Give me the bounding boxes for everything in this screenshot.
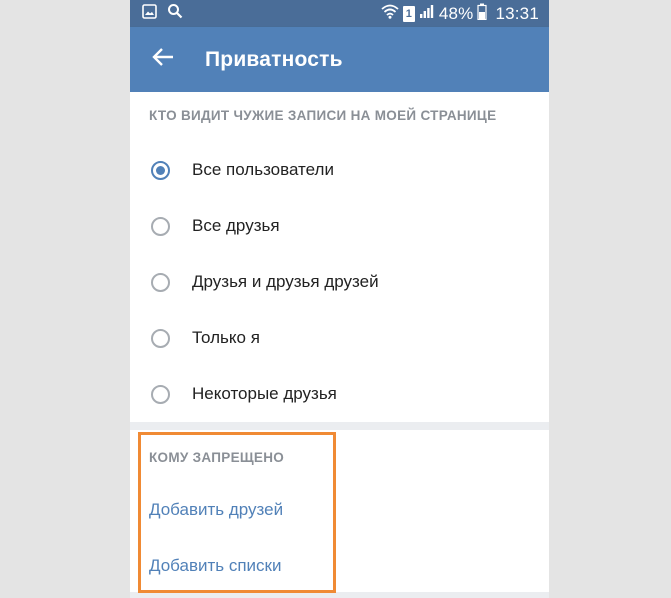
phone-screen: 1 48% 13:31 Приватность КТО ВИДИТ ЧУЖИЕ … [130, 0, 549, 598]
clock: 13:31 [495, 3, 539, 23]
radio-button[interactable] [151, 216, 170, 236]
status-bar: 1 48% 13:31 [130, 0, 549, 27]
section-divider [130, 422, 549, 430]
radio-button[interactable] [151, 272, 170, 292]
option-friends-of-friends[interactable]: Друзья и друзья друзей [130, 254, 549, 310]
radio-button[interactable] [151, 328, 170, 348]
arrow-left-icon [152, 47, 174, 72]
forbidden-section: КОМУ ЗАПРЕЩЕНО Добавить друзей Добавить … [130, 430, 549, 598]
search-icon [167, 3, 183, 24]
option-label: Только я [192, 328, 260, 347]
option-label: Друзья и друзья друзей [192, 272, 379, 291]
back-button[interactable] [130, 27, 196, 92]
option-only-me[interactable]: Только я [130, 310, 549, 366]
radio-button[interactable] [151, 384, 170, 404]
option-label: Все друзья [192, 216, 280, 235]
option-all-friends[interactable]: Все друзья [130, 198, 549, 254]
signal-icon [419, 4, 435, 24]
option-label: Все пользователи [192, 160, 334, 179]
option-all-users[interactable]: Все пользователи [130, 142, 549, 198]
app-toolbar: Приватность [130, 27, 549, 92]
battery-icon [477, 3, 488, 25]
add-friends-link[interactable]: Добавить друзей [149, 500, 283, 520]
option-label: Некоторые друзья [192, 384, 337, 403]
radio-button-checked[interactable] [151, 160, 170, 180]
sim-icon: 1 [402, 5, 415, 22]
page-title: Приватность [205, 47, 343, 71]
battery-percent: 48% [438, 3, 474, 23]
wifi-icon [381, 4, 399, 24]
who-sees-section: КТО ВИДИТ ЧУЖИЕ ЗАПИСИ НА МОЕЙ СТРАНИЦЕ … [130, 92, 549, 422]
option-some-friends[interactable]: Некоторые друзья [130, 366, 549, 422]
bottom-divider [130, 592, 549, 598]
section-header-forbidden: КОМУ ЗАПРЕЩЕНО [149, 450, 285, 465]
image-icon [142, 3, 157, 24]
section-header-who-sees: КТО ВИДИТ ЧУЖИЕ ЗАПИСИ НА МОЕЙ СТРАНИЦЕ [149, 108, 497, 123]
add-lists-link[interactable]: Добавить списки [149, 556, 282, 576]
